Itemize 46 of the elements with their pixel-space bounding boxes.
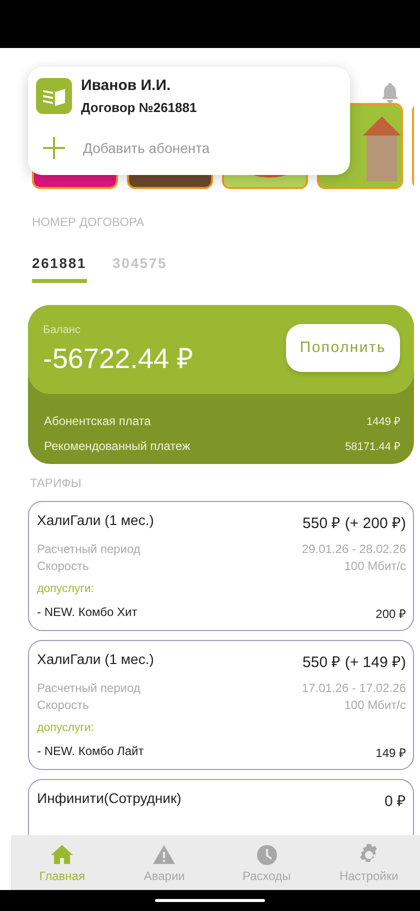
detail-value: 100 Мбит/с bbox=[344, 558, 406, 575]
fee-label: Рекомендованный платеж bbox=[44, 438, 190, 452]
extra-price: 200 ₽ bbox=[376, 606, 406, 622]
section-label: ТАРИФЫ bbox=[30, 476, 82, 490]
nav-tab[interactable]: Аварии bbox=[113, 835, 216, 890]
contract-tab[interactable]: 304575 bbox=[112, 255, 168, 283]
nav-tab[interactable]: Настройки bbox=[318, 835, 420, 890]
balance-amount: -56722.44 ₽ bbox=[43, 342, 193, 374]
section-label: НОМЕР ДОГОВОРА bbox=[32, 215, 144, 229]
nav-tab[interactable]: Главная bbox=[11, 835, 114, 890]
contract-tab[interactable]: 261881 bbox=[32, 255, 87, 283]
tariff-name: Инфинити(Сотрудник) bbox=[37, 790, 182, 808]
fee-value: 58171.44 ₽ bbox=[345, 440, 400, 453]
bell-icon[interactable] bbox=[380, 82, 400, 103]
detail-label: Скорость bbox=[37, 558, 89, 575]
extras-label: допуслуги: bbox=[37, 722, 94, 734]
tariff-price: 550 ₽ (+ 200 ₽) bbox=[302, 514, 406, 532]
detail-value: 100 Мбит/с bbox=[344, 697, 406, 714]
tariff-card[interactable]: ХалиГали (1 мес.) 550 ₽ (+ 200 ₽) Расчетный период 29.01.26 - 28.02.26 Скорость 100 Мбит/с допуслуги: - NEW. Комбо Хит 200 ₽ bbox=[28, 501, 414, 631]
logo-icon bbox=[36, 78, 72, 114]
extras-label: допуслуги: bbox=[37, 583, 94, 595]
extra-name: - NEW. Комбо Лайт bbox=[37, 744, 144, 760]
balance-label: Баланс bbox=[43, 324, 80, 336]
extra-name: - NEW. Комбо Хит bbox=[37, 605, 138, 621]
detail-value: 29.01.26 - 28.02.26 bbox=[302, 541, 406, 558]
top-up-button[interactable]: Пополнить bbox=[286, 324, 400, 372]
warning-icon bbox=[152, 842, 176, 866]
detail-label: Расчетный период bbox=[37, 680, 140, 697]
tariff-card[interactable]: ХалиГали (1 мес.) 550 ₽ (+ 149 ₽) Расчетный период 17.01.26 - 17.02.26 Скорость 100 Мбит/с допуслуги: - NEW. Комбо Лайт 149 ₽ bbox=[28, 640, 414, 770]
fee-label: Абонентская плата bbox=[44, 414, 151, 428]
nav-tab[interactable]: Расходы bbox=[216, 835, 318, 890]
clock-icon bbox=[254, 842, 279, 866]
contract-number: Договор №261881 bbox=[81, 100, 197, 115]
subscriber-name: Иванов И.И. bbox=[81, 77, 171, 94]
extra-price: 149 ₽ bbox=[376, 745, 406, 761]
detail-label: Расчетный период bbox=[37, 541, 140, 558]
detail-value: 17.01.26 - 17.02.26 bbox=[302, 680, 406, 697]
add-subscriber-link[interactable]: Добавить абонента bbox=[83, 140, 210, 156]
detail-label: Скорость bbox=[37, 697, 89, 714]
home-icon bbox=[50, 842, 74, 866]
tariff-name: ХалиГали (1 мес.) bbox=[37, 651, 154, 669]
tariff-price: 550 ₽ (+ 149 ₽) bbox=[302, 653, 406, 671]
plus-icon[interactable] bbox=[43, 137, 65, 159]
tariff-price: 0 ₽ bbox=[384, 792, 406, 810]
fee-value: 1449 ₽ bbox=[366, 415, 400, 428]
tariff-name: ХалиГали (1 мес.) bbox=[37, 512, 154, 530]
